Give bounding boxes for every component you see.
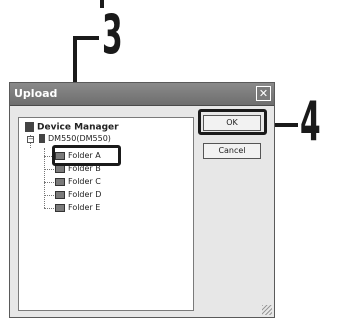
tree-connector — [44, 169, 54, 170]
tree-item-folder-d[interactable]: Folder D — [55, 190, 101, 199]
tree-device-label: DM550(DM550) — [48, 134, 111, 143]
tree-root-label: Device Manager — [37, 122, 119, 133]
folder-label: Folder E — [68, 203, 101, 212]
tree-connector — [44, 208, 54, 209]
callout-4-number: 4 — [300, 90, 321, 153]
tree-item-folder-e[interactable]: Folder E — [55, 203, 100, 212]
tree-connector — [44, 182, 54, 183]
folder-label: Folder C — [68, 177, 101, 186]
folder-icon — [55, 190, 65, 199]
close-button[interactable]: ✕ — [256, 86, 271, 101]
folder-a-highlight — [52, 145, 121, 166]
callout-3-number: 3 — [102, 3, 123, 66]
folder-icon — [55, 203, 65, 212]
tree-connector — [44, 148, 45, 208]
collapse-icon[interactable]: − — [27, 136, 34, 143]
device-tree[interactable]: Device Manager − DM550(DM550) Folder A F… — [18, 117, 194, 311]
folder-label: Folder D — [68, 190, 102, 199]
tree-root-device-manager[interactable]: Device Manager — [25, 122, 119, 133]
device-manager-icon — [25, 122, 34, 132]
tree-item-device[interactable]: DM550(DM550) — [39, 134, 111, 143]
tree-item-folder-c[interactable]: Folder C — [55, 177, 101, 186]
tree-connector — [44, 195, 54, 196]
dialog-title: Upload — [14, 87, 58, 100]
folder-icon — [55, 177, 65, 186]
cancel-button[interactable]: Cancel — [203, 143, 261, 159]
ok-button-highlight — [198, 109, 267, 135]
recorder-icon — [39, 134, 45, 143]
upload-dialog: Upload ✕ Device Manager − DM550(DM550) F… — [9, 82, 275, 318]
close-icon: ✕ — [258, 87, 269, 100]
dialog-titlebar[interactable]: Upload ✕ — [10, 83, 274, 106]
resize-grip[interactable] — [262, 305, 272, 315]
